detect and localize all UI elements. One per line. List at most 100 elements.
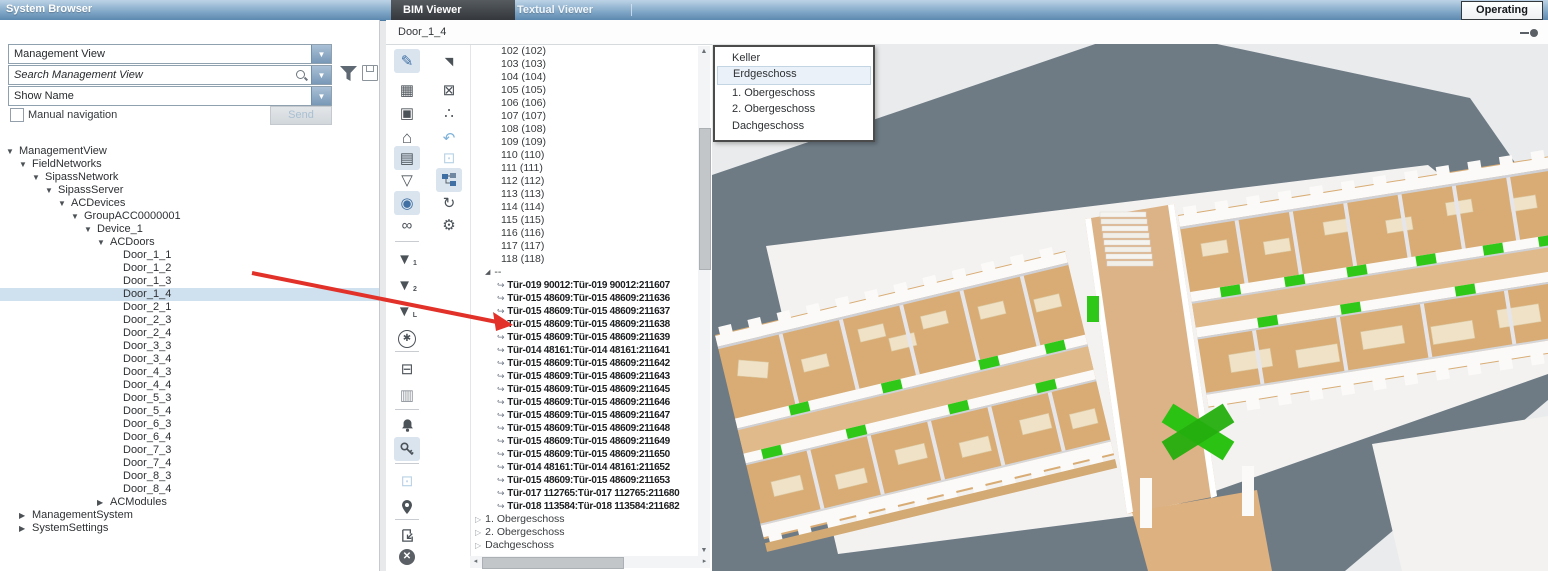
tree-expander-icon[interactable]: ▼ — [84, 223, 97, 236]
tree-expander-icon[interactable]: ▶ — [97, 496, 110, 509]
tree-item-ManagementView[interactable]: ▼ManagementView — [0, 145, 379, 158]
tab-bim-viewer[interactable]: BIM Viewer — [391, 0, 515, 20]
model-node[interactable]: 102 (102) — [471, 45, 699, 58]
door-link-node[interactable]: ↪Tür-019 90012:Tür-019 90012:211607 — [471, 279, 699, 292]
vertical-scrollbar[interactable]: ▲ ▼ — [698, 46, 710, 556]
door-link-node[interactable]: ↪Tür-014 48161:Tür-014 48161:211652 — [471, 461, 699, 474]
tree-item-Door_4_4[interactable]: Door_4_4 — [0, 379, 379, 392]
tree-item-ACDevices[interactable]: ▼ACDevices — [0, 197, 379, 210]
chevron-down-icon[interactable]: ▼ — [311, 87, 331, 105]
popup-item-Erdgeschoss[interactable]: Erdgeschoss — [717, 66, 871, 84]
tree-expander-icon[interactable]: ▼ — [6, 145, 19, 158]
tree-item-Door_2_4[interactable]: Door_2_4 — [0, 327, 379, 340]
refresh-icon[interactable]: ↻ — [436, 191, 462, 215]
tree-item-Device_1[interactable]: ▼Device_1 — [0, 223, 379, 236]
id-card-icon[interactable]: ▥ — [394, 383, 420, 407]
model-node[interactable]: 106 (106) — [471, 97, 699, 110]
view-cone-icon[interactable]: ▽ — [394, 168, 420, 192]
door-link-node[interactable]: ↪Tür-018 113584:Tür-018 113584:211682 — [471, 500, 699, 513]
tree-item-Door_1_2[interactable]: Door_1_2 — [0, 262, 379, 275]
manual-navigation-checkbox[interactable] — [10, 108, 24, 122]
filter-2-icon[interactable]: ▼2 — [394, 273, 420, 297]
door-link-node[interactable]: ↪Tür-015 48609:Tür-015 48609:211650 — [471, 448, 699, 461]
location-pin-icon[interactable] — [394, 495, 420, 519]
tree-item-Door_1_1[interactable]: Door_1_1 — [0, 249, 379, 262]
tree-expander-icon[interactable]: ▼ — [97, 236, 110, 249]
tree-item-Door_3_4[interactable]: Door_3_4 — [0, 353, 379, 366]
tree-item-ACDoors[interactable]: ▼ACDoors — [0, 236, 379, 249]
tree-item-SipassNetwork[interactable]: ▼SipassNetwork — [0, 171, 379, 184]
link-circles-icon[interactable]: ∞ — [394, 213, 420, 237]
image-frame-icon[interactable]: ▣ — [394, 101, 420, 125]
bell-icon[interactable] — [394, 413, 420, 437]
tree-expander-icon[interactable]: ▶ — [19, 522, 32, 535]
filter-icon[interactable] — [340, 66, 357, 81]
model-node[interactable]: 112 (112) — [471, 175, 699, 188]
tree-item-Door_6_4[interactable]: Door_6_4 — [0, 431, 379, 444]
door-link-node[interactable]: ↪Tür-017 112765:Tür-017 112765:211680 — [471, 487, 699, 500]
door-link-node[interactable]: ↪Tür-015 48609:Tür-015 48609:211643 — [471, 370, 699, 383]
tree-item-SipassServer[interactable]: ▼SipassServer — [0, 184, 379, 197]
floor-node-1-Obergeschoss[interactable]: ▷1. Obergeschoss — [471, 513, 699, 526]
scroll-up-arrow[interactable]: ▲ — [698, 46, 710, 57]
floor-expander-icon[interactable]: ▷ — [475, 513, 481, 526]
tree-item-GroupACC0000001[interactable]: ▼GroupACC0000001 — [0, 210, 379, 223]
tree-item-ManagementSystem[interactable]: ▶ManagementSystem — [0, 509, 379, 522]
tree-item-Door_5_3[interactable]: Door_5_3 — [0, 392, 379, 405]
save-search-icon[interactable] — [362, 65, 378, 81]
model-node[interactable]: 105 (105) — [471, 84, 699, 97]
save-disk-icon[interactable]: ⊡ — [436, 146, 462, 170]
view-selector-dropdown[interactable]: Management View ▼ — [8, 44, 332, 64]
scroll-right-arrow[interactable]: ▸ — [699, 556, 710, 568]
model-node[interactable]: 116 (116) — [471, 227, 699, 240]
export-page-icon[interactable] — [394, 523, 420, 547]
note-remove-icon[interactable]: ⊠ — [436, 78, 462, 102]
tree-item-Door_2_3[interactable]: Door_2_3 — [0, 314, 379, 327]
tree-item-Door_5_4[interactable]: Door_5_4 — [0, 405, 379, 418]
tree-item-Door_3_3[interactable]: Door_3_3 — [0, 340, 379, 353]
tree-item-Door_7_4[interactable]: Door_7_4 — [0, 457, 379, 470]
page-doc-icon[interactable]: ⊡ — [394, 469, 420, 493]
tree-item-Door_1_4[interactable]: Door_1_4 — [0, 288, 379, 301]
filter-custom-icon[interactable]: ▼L — [394, 299, 420, 323]
model-node[interactable]: 107 (107) — [471, 110, 699, 123]
scroll-left-arrow[interactable]: ◂ — [470, 556, 481, 568]
tab-textual-viewer[interactable]: Textual Viewer — [517, 0, 593, 20]
orbit-view-icon[interactable]: ◥ — [436, 49, 462, 73]
vertical-scroll-thumb[interactable] — [699, 128, 711, 270]
document-list-icon[interactable]: ▤ — [394, 146, 420, 170]
tree-item-Door_7_3[interactable]: Door_7_3 — [0, 444, 379, 457]
tree-item-Door_4_3[interactable]: Door_4_3 — [0, 366, 379, 379]
tree-expander-icon[interactable]: ▼ — [71, 210, 84, 223]
key-icon[interactable] — [394, 437, 420, 461]
door-link-node[interactable]: ↪Tür-015 48609:Tür-015 48609:211638 — [471, 318, 699, 331]
model-node[interactable]: 115 (115) — [471, 214, 699, 227]
popup-item-1-Obergeschoss[interactable]: 1. Obergeschoss — [717, 85, 871, 101]
tree-expander-icon[interactable]: ▼ — [58, 197, 71, 210]
graph-nodes-icon[interactable]: ∴ — [436, 101, 462, 125]
horizontal-scrollbar[interactable]: ◂ ▸ — [470, 556, 710, 568]
model-node[interactable]: 109 (109) — [471, 136, 699, 149]
scroll-down-arrow[interactable]: ▼ — [698, 545, 710, 556]
door-link-node[interactable]: ↪Tür-014 48161:Tür-014 48161:211641 — [471, 344, 699, 357]
floor-node-2-Obergeschoss[interactable]: ▷2. Obergeschoss — [471, 526, 699, 539]
search-dropdown-chevron-icon[interactable]: ▼ — [311, 66, 331, 84]
model-node[interactable]: 118 (118) — [471, 253, 699, 266]
model-node[interactable]: 110 (110) — [471, 149, 699, 162]
tree-item-Door_1_3[interactable]: Door_1_3 — [0, 275, 379, 288]
search-input[interactable]: Search Management View ▼ — [8, 65, 332, 85]
grid-icon[interactable]: ▦ — [394, 78, 420, 102]
target-circle-icon[interactable]: ◉ — [394, 191, 420, 215]
floor-node-Dachgeschoss[interactable]: ▷Dachgeschoss — [471, 539, 699, 552]
floor-expander-icon[interactable]: ▷ — [475, 539, 481, 552]
door-link-node[interactable]: ↪Tür-015 48609:Tür-015 48609:211642 — [471, 357, 699, 370]
model-node[interactable]: 104 (104) — [471, 71, 699, 84]
door-link-node[interactable]: ↪Tür-015 48609:Tür-015 48609:211637 — [471, 305, 699, 318]
door-link-node[interactable]: ↪Tür-015 48609:Tür-015 48609:211647 — [471, 409, 699, 422]
model-node[interactable]: 114 (114) — [471, 201, 699, 214]
send-button[interactable]: Send — [270, 106, 332, 125]
popup-item-2-Obergeschoss[interactable]: 2. Obergeschoss — [717, 101, 871, 117]
door-link-node[interactable]: ↪Tür-015 48609:Tür-015 48609:211645 — [471, 383, 699, 396]
tree-item-Door_2_1[interactable]: Door_2_1 — [0, 301, 379, 314]
expander-open-icon[interactable]: ◢ — [485, 266, 490, 279]
